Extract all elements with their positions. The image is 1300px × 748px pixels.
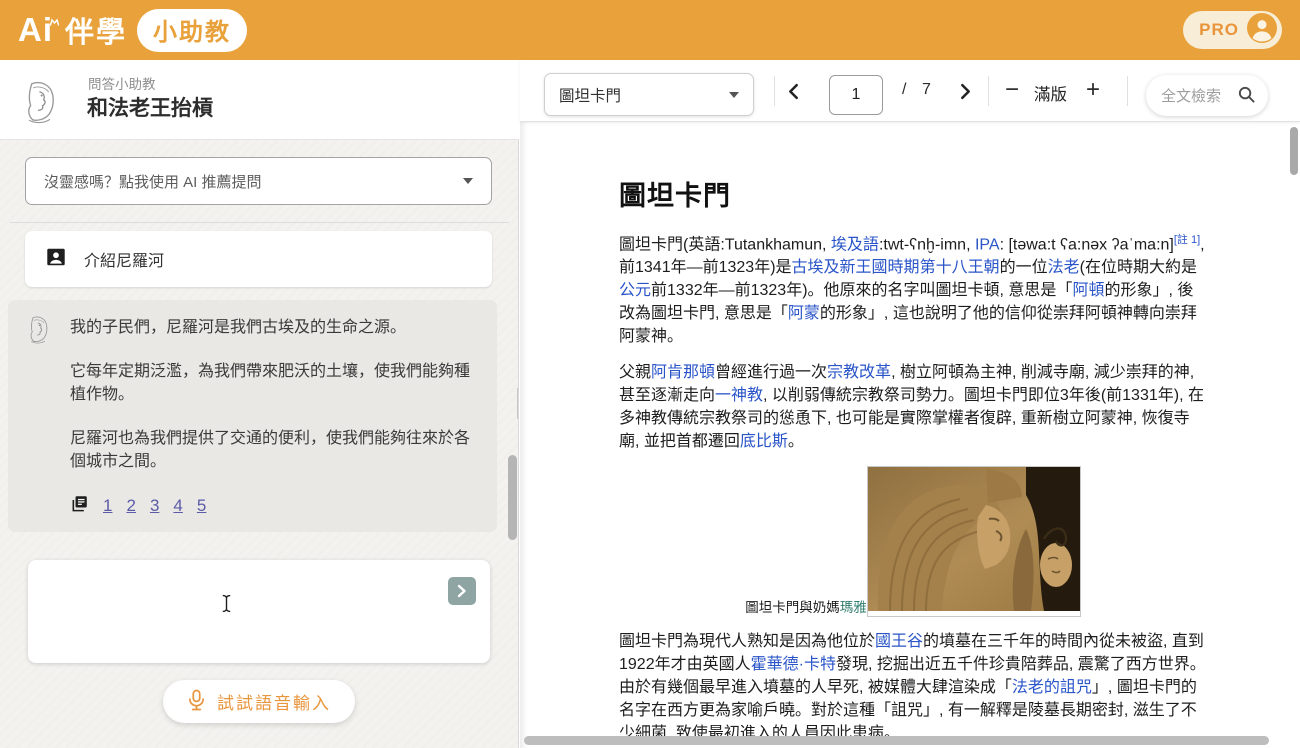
tutankhamun-relief-image	[867, 466, 1081, 617]
page-separator: /	[902, 81, 906, 99]
chat-panel: 問答小助教 和法老王抬槓 沒靈感嗎？點我使用 AI 推薦提問 介紹尼羅河 我的子…	[0, 60, 519, 748]
figure-caption: 圖坦卡門與奶媽瑪雅	[745, 596, 867, 616]
zoom-out-button[interactable]: −	[1003, 74, 1021, 106]
fit-width-button[interactable]: 滿版	[1034, 81, 1067, 105]
article-link[interactable]: 瑪雅	[840, 600, 867, 615]
assistant-subtitle: 問答小助教	[88, 73, 156, 93]
ai-message-bubble: 我的子民們，尼羅河是我們古埃及的生命之源。 它每年定期泛濫，為我們帶來肥沃的土壤…	[8, 300, 497, 532]
article-content: 圖坦卡門 圖坦卡門(英語:Tutankhamun, 埃及語:twt-ʕnḫ-im…	[619, 174, 1207, 748]
document-select-label: 圖坦卡門	[559, 84, 621, 106]
chevron-down-icon	[729, 92, 739, 98]
citation-link-1[interactable]: 1	[103, 496, 112, 516]
toolbar-divider	[774, 76, 775, 106]
logo-ai-mark: Ai	[18, 11, 53, 49]
citation-link-4[interactable]: 4	[173, 496, 182, 516]
page-number-input[interactable]	[829, 75, 883, 115]
document-horizontal-scrollbar-thumb[interactable]	[524, 736, 1269, 745]
chevron-left-icon	[788, 83, 799, 100]
zoom-in-button[interactable]: +	[1084, 74, 1102, 106]
page-edge-shadow	[520, 122, 528, 748]
article-paragraph-3: 圖坦卡門為現代人熟知是因為他位於國王谷的墳墓在三千年的時間內從未被盜, 直到19…	[619, 630, 1207, 745]
sources-book-icon	[70, 494, 89, 518]
ai-suggestion-dropdown[interactable]: 沒靈感嗎？點我使用 AI 推薦提問	[25, 157, 492, 205]
crown-icon	[49, 13, 60, 31]
chat-divider	[10, 222, 509, 223]
previous-page-button[interactable]	[786, 81, 801, 102]
logo-brand-text: 伴學	[65, 9, 127, 51]
text-cursor-icon	[220, 594, 233, 618]
toolbar-divider	[988, 76, 989, 106]
citation-link-3[interactable]: 3	[150, 496, 159, 516]
article-link[interactable]: 法老	[1048, 259, 1080, 276]
article-link[interactable]: 一神教	[715, 387, 763, 404]
send-chevron-icon	[457, 584, 467, 598]
article-link[interactable]: 底比斯	[740, 433, 788, 450]
article-link[interactable]: 國王谷	[875, 633, 923, 650]
article-link[interactable]: 第十八王朝	[920, 259, 1000, 276]
logo-badge: 小助教	[137, 9, 247, 52]
chat-header: 問答小助教 和法老王抬槓	[0, 60, 519, 140]
citation-link-5[interactable]: 5	[197, 496, 206, 516]
pro-account-button[interactable]: PRO	[1183, 11, 1282, 49]
article-link[interactable]: IPA	[975, 236, 1000, 253]
app-header: Ai 伴學 小助教 PRO	[0, 0, 1300, 60]
suggestion-dropdown-label: 沒靈感嗎？點我使用 AI 推薦提問	[44, 171, 262, 192]
voice-input-button[interactable]: 試試語音輸入	[163, 680, 355, 723]
article-link[interactable]: 法老的詛咒	[1012, 679, 1092, 696]
account-avatar-icon	[1247, 13, 1277, 48]
document-select-dropdown[interactable]: 圖坦卡門	[544, 73, 754, 116]
document-viewer-panel: 圖坦卡門 / 7 − 滿版 + 全文檢索 圖坦卡門 圖坦卡門(英語:Tutank…	[520, 60, 1300, 748]
article-paragraph-2: 父親阿肯那頓曾經進行過一次宗教改革, 樹立阿頓為主神, 削減寺廟, 減少崇拜的神…	[619, 361, 1207, 453]
document-vertical-scrollbar-thumb[interactable]	[1290, 127, 1298, 175]
article-link[interactable]: 霍華德·卡特	[751, 656, 836, 673]
fulltext-search-button[interactable]: 全文檢索	[1146, 75, 1268, 116]
pharaoh-avatar	[18, 78, 64, 124]
article-title: 圖坦卡門	[619, 174, 1207, 213]
chevron-down-icon	[463, 178, 473, 184]
citation-row: 1 2 3 4 5	[70, 494, 475, 518]
article-link[interactable]: 阿蒙	[788, 305, 820, 322]
article-link[interactable]: 阿頓	[1072, 282, 1104, 299]
article-paragraph-1: 圖坦卡門(英語:Tutankhamun, 埃及語:twt-ʕnḫ-imn, IP…	[619, 229, 1207, 348]
user-message-card: 介紹尼羅河	[25, 231, 492, 287]
article-figure: 圖坦卡門與奶媽瑪雅	[619, 466, 1207, 617]
article-link[interactable]: 阿肯那頓	[651, 364, 715, 381]
voice-button-label: 試試語音輸入	[217, 689, 331, 714]
ai-message-paragraph: 它每年定期泛濫，為我們帶來肥沃的土壤，使我們能夠種植作物。	[70, 360, 475, 406]
pharaoh-avatar-small	[24, 314, 54, 344]
chevron-right-icon	[960, 83, 971, 100]
send-button[interactable]	[448, 577, 476, 605]
page-total: 7	[922, 81, 931, 99]
assistant-title: 和法老王抬槓	[87, 92, 213, 122]
chat-scrollbar-thumb[interactable]	[508, 455, 517, 540]
article-link[interactable]: 宗教改革	[827, 364, 891, 381]
search-label: 全文檢索	[1161, 85, 1221, 106]
article-link[interactable]: 公元	[619, 282, 651, 299]
ai-message-paragraph: 尼羅河也為我們提供了交通的便利，使我們能夠往來於各個城市之間。	[70, 427, 475, 473]
article-link[interactable]: 古埃及	[792, 259, 840, 276]
article-link[interactable]: [註 1]	[1174, 234, 1200, 246]
user-person-icon	[45, 246, 67, 273]
ai-message-paragraph: 我的子民們，尼羅河是我們古埃及的生命之源。	[70, 316, 475, 339]
next-page-button[interactable]	[958, 81, 973, 102]
pro-label: PRO	[1199, 20, 1239, 40]
article-link[interactable]: 新王國時期	[840, 259, 920, 276]
user-message-text: 介紹尼羅河	[84, 247, 164, 271]
search-icon	[1237, 85, 1256, 107]
citation-link-2[interactable]: 2	[126, 496, 135, 516]
toolbar-divider	[1127, 76, 1128, 106]
document-page: 圖坦卡門 圖坦卡門(英語:Tutankhamun, 埃及語:twt-ʕnḫ-im…	[520, 122, 1300, 748]
article-link[interactable]: 埃及語	[831, 236, 879, 253]
microphone-icon	[187, 689, 206, 715]
app-logo: Ai 伴學 小助教	[18, 9, 247, 52]
viewer-toolbar: 圖坦卡門 / 7 − 滿版 + 全文檢索	[520, 60, 1300, 122]
chat-input-area[interactable]	[28, 560, 490, 663]
